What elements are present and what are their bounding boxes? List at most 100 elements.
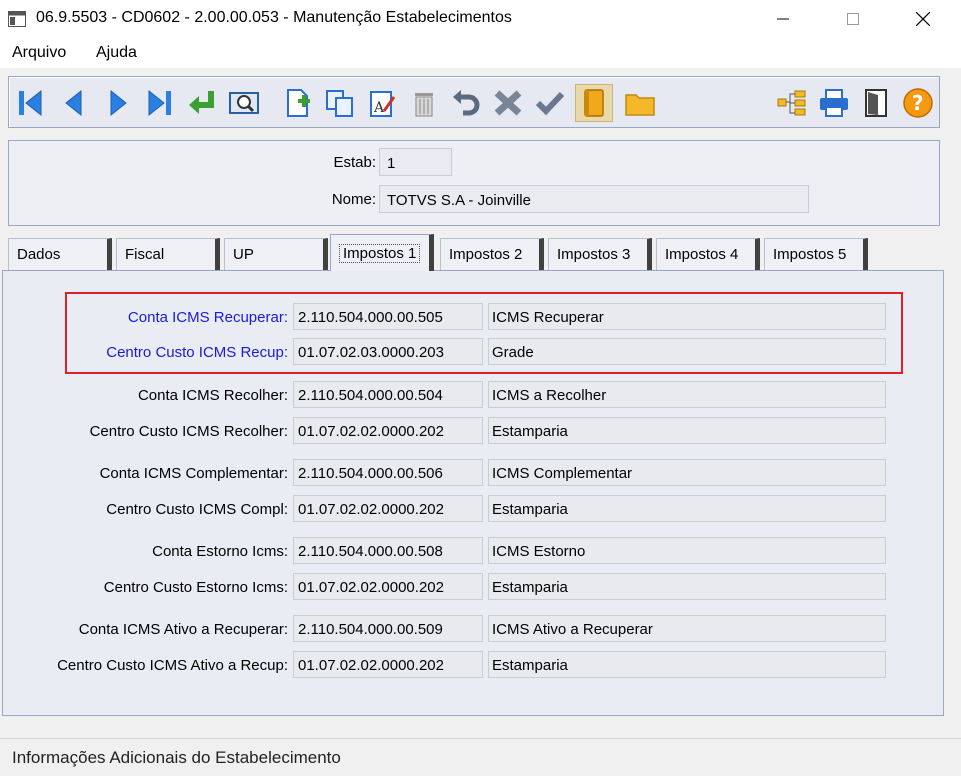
minimize-button[interactable] — [760, 0, 806, 38]
conta-icms-recolher-field[interactable]: 2.110.504.000.00.504 — [293, 381, 483, 408]
save-icon — [535, 91, 565, 116]
conta-icms-complementar-field[interactable]: 2.110.504.000.00.506 — [293, 459, 483, 486]
tab-impostos-4[interactable]: Impostos 4 — [656, 238, 760, 270]
conta-estorno-icms-label: Conta Estorno Icms: — [152, 543, 288, 560]
header-panel: Estab: 1 Nome: TOTVS S.A - Joinville — [8, 140, 940, 226]
conta-icms-ativo-recuperar-label: Conta ICMS Ativo a Recuperar: — [78, 621, 288, 638]
maximize-icon — [847, 13, 859, 25]
tab-panel-impostos-1 — [2, 270, 944, 716]
estab-field[interactable]: 1 — [379, 148, 452, 176]
centro-custo-icms-recup-desc: Grade — [488, 338, 886, 365]
edit-button[interactable]: A — [363, 84, 401, 122]
centro-custo-icms-ativo-recup-desc: Estamparia — [488, 651, 886, 678]
tree-icon — [777, 90, 806, 116]
tab-label: Fiscal — [125, 246, 165, 263]
estab-label: Estab: — [333, 154, 376, 171]
tab-label: Impostos 4 — [665, 246, 739, 263]
centro-custo-estorno-icms-desc: Estamparia — [488, 573, 886, 600]
status-text: Informações Adicionais do Estabeleciment… — [12, 748, 341, 767]
folder-icon — [625, 94, 655, 116]
undo-button[interactable] — [447, 84, 485, 122]
first-record-button[interactable] — [13, 84, 51, 122]
tab-impostos-1[interactable]: Impostos 1 — [330, 234, 434, 271]
tab-dados[interactable]: Dados — [8, 238, 112, 270]
centro-custo-icms-recup-field[interactable]: 01.07.02.03.0000.203 — [293, 338, 483, 365]
folder-button[interactable] — [621, 84, 659, 122]
maximize-button[interactable] — [830, 0, 876, 38]
new-record-icon — [287, 89, 310, 117]
previous-record-button[interactable] — [55, 84, 93, 122]
conta-icms-recuperar-label[interactable]: Conta ICMS Recuperar: — [0, 309, 288, 326]
nome-field[interactable]: TOTVS S.A - Joinville — [379, 185, 809, 213]
conta-icms-recuperar-field[interactable]: 2.110.504.000.00.505 — [293, 303, 483, 330]
centro-custo-icms-ativo-recup-field[interactable]: 01.07.02.02.0000.202 — [293, 651, 483, 678]
tab-impostos-5[interactable]: Impostos 5 — [764, 238, 868, 270]
delete-icon — [415, 93, 433, 117]
tab-impostos-3[interactable]: Impostos 3 — [548, 238, 652, 270]
last-record-button[interactable] — [141, 84, 179, 122]
tab-fiscal[interactable]: Fiscal — [116, 238, 220, 270]
tab-label: UP — [233, 246, 254, 263]
svg-text:A: A — [373, 100, 385, 116]
conta-icms-recolher-desc: ICMS a Recolher — [488, 381, 886, 408]
delete-button[interactable] — [405, 84, 443, 122]
next-record-icon — [110, 89, 127, 117]
centro-custo-icms-recolher-desc: Estamparia — [488, 417, 886, 444]
centro-custo-estorno-icms-label: Centro Custo Estorno Icms: — [103, 579, 288, 596]
exit-icon — [865, 89, 887, 117]
conta-estorno-icms-field[interactable]: 2.110.504.000.00.508 — [293, 537, 483, 564]
go-to-icon — [189, 91, 214, 114]
app-window-icon — [8, 11, 26, 27]
minimize-icon — [777, 18, 789, 20]
title-bar: 06.9.5503 - CD0602 - 2.00.00.053 - Manut… — [0, 0, 961, 38]
centro-custo-icms-compl-desc: Estamparia — [488, 495, 886, 522]
tab-label: Dados — [17, 246, 61, 263]
tab-label: Impostos 1 — [339, 244, 421, 263]
last-record-icon — [148, 89, 171, 117]
cancel-button[interactable] — [489, 84, 527, 122]
tab-label: Impostos 5 — [773, 246, 847, 263]
save-button[interactable] — [531, 84, 569, 122]
conta-icms-complementar-desc: ICMS Complementar — [488, 459, 886, 486]
toolbar: A ? — [8, 76, 940, 128]
conta-icms-complementar-label: Conta ICMS Complementar: — [99, 465, 288, 482]
svg-text:?: ? — [912, 91, 924, 115]
edit-icon: A — [370, 91, 396, 117]
close-icon — [916, 12, 930, 26]
new-record-button[interactable] — [279, 84, 317, 122]
centro-custo-estorno-icms-field[interactable]: 01.07.02.02.0000.202 — [293, 573, 483, 600]
menu-ajuda[interactable]: Ajuda — [96, 44, 137, 62]
window-title: 06.9.5503 - CD0602 - 2.00.00.053 - Manut… — [36, 9, 512, 26]
conta-icms-recuperar-desc: ICMS Recuperar — [488, 303, 886, 330]
status-bar: Informações Adicionais do Estabeleciment… — [0, 738, 961, 776]
centro-custo-icms-recup-label[interactable]: Centro Custo ICMS Recup: — [0, 344, 288, 361]
help-button[interactable]: ? — [899, 84, 937, 122]
tab-up[interactable]: UP — [224, 238, 328, 270]
centro-custo-icms-ativo-recup-label: Centro Custo ICMS Ativo a Recup: — [57, 657, 288, 674]
client-area: A ? Estab: 1 Nome: TOTVS S.A - Joinville… — [0, 68, 961, 776]
book-icon — [584, 89, 604, 117]
copy-icon — [326, 90, 353, 117]
conta-icms-ativo-recuperar-desc: ICMS Ativo a Recuperar — [488, 615, 886, 642]
conta-icms-recolher-label: Conta ICMS Recolher: — [137, 387, 288, 404]
search-button[interactable] — [225, 84, 263, 122]
next-record-button[interactable] — [99, 84, 137, 122]
tab-impostos-2[interactable]: Impostos 2 — [440, 238, 544, 270]
tree-button[interactable] — [773, 84, 811, 122]
menu-arquivo[interactable]: Arquivo — [12, 44, 66, 62]
first-record-icon — [19, 89, 42, 117]
exit-button[interactable] — [857, 84, 895, 122]
conta-estorno-icms-desc: ICMS Estorno — [488, 537, 886, 564]
close-button[interactable] — [900, 0, 946, 38]
go-to-button[interactable] — [183, 84, 221, 122]
previous-record-icon — [65, 89, 82, 117]
print-icon — [820, 89, 848, 117]
centro-custo-icms-compl-field[interactable]: 01.07.02.02.0000.202 — [293, 495, 483, 522]
print-button[interactable] — [815, 84, 853, 122]
centro-custo-icms-recolher-field[interactable]: 01.07.02.02.0000.202 — [293, 417, 483, 444]
centro-custo-icms-compl-label: Centro Custo ICMS Compl: — [106, 501, 288, 518]
copy-button[interactable] — [321, 84, 359, 122]
conta-icms-ativo-recuperar-field[interactable]: 2.110.504.000.00.509 — [293, 615, 483, 642]
book-button[interactable] — [575, 84, 613, 122]
tab-label: Impostos 2 — [449, 246, 523, 263]
